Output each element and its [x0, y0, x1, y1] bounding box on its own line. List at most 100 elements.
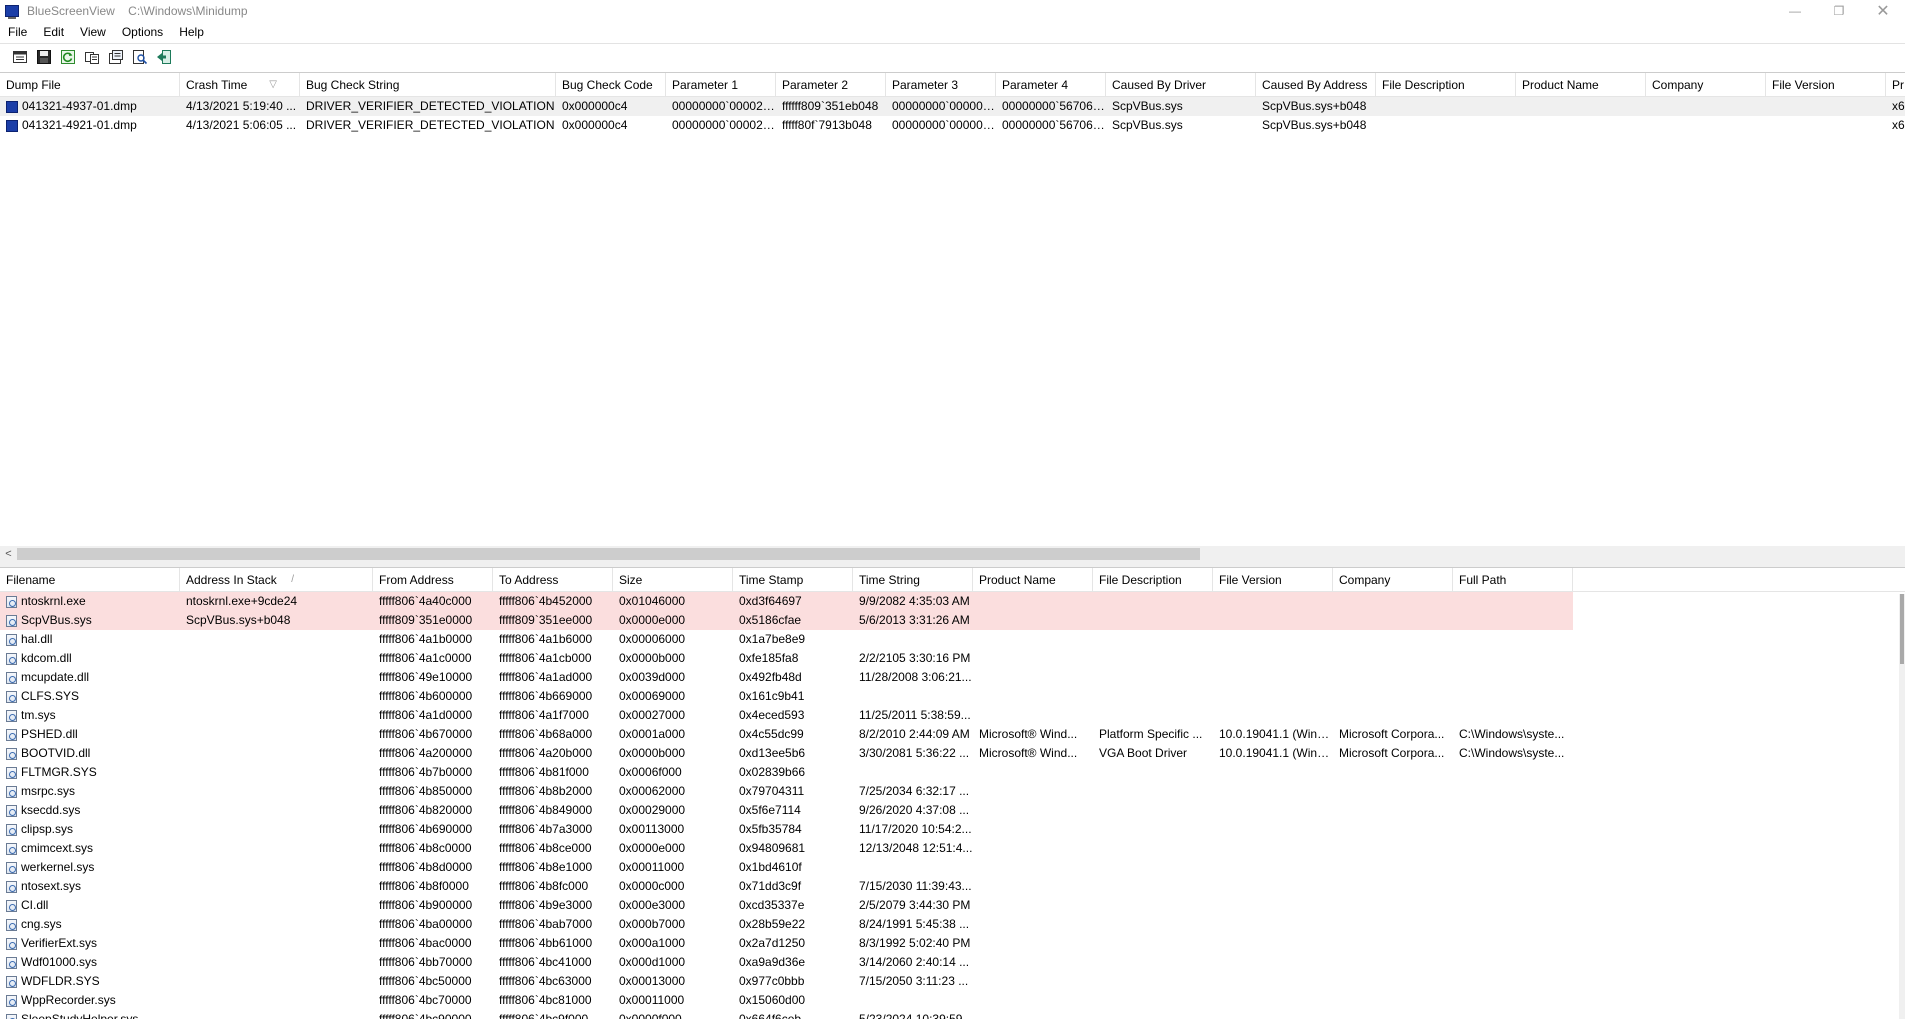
column-header-parameter-1[interactable]: Parameter 1 [666, 73, 776, 97]
module-row[interactable]: VerifierExt.sys fffff806`4bac0000 fffff806… [0, 934, 1905, 953]
column-header-file-description[interactable]: File Description [1093, 568, 1213, 592]
column-header-bug-check-code[interactable]: Bug Check Code [556, 73, 666, 97]
menu-help[interactable]: Help [171, 22, 212, 42]
module-row[interactable]: tm.sys fffff806`4a1d0000 fffff806`4a1f7000… [0, 706, 1905, 725]
column-header-caused-by-address[interactable]: Caused By Address [1256, 73, 1376, 97]
modules-list[interactable]: Filename Address In Stack / From Address … [0, 567, 1905, 1019]
column-header-time-stamp[interactable]: Time Stamp [733, 568, 853, 592]
find-icon[interactable] [130, 47, 150, 67]
column-header-address-in-stack[interactable]: Address In Stack / [180, 568, 373, 592]
module-row[interactable]: cmimcext.sys fffff806`4b8c0000 fffff806`4b… [0, 839, 1905, 858]
module-row[interactable]: ksecdd.sys fffff806`4b820000 fffff806`4b84… [0, 801, 1905, 820]
full-path-cell [1453, 839, 1573, 858]
module-row[interactable]: WppRecorder.sys fffff806`4bc70000 fffff806… [0, 991, 1905, 1010]
module-row[interactable]: ScpVBus.sys ScpVBus.sys+b048 fffff809`351e… [0, 611, 1905, 630]
time-stamp-cell: 0x1a7be8e9 [739, 632, 806, 646]
module-row[interactable]: clipsp.sys fffff806`4b690000 fffff806`4b7a… [0, 820, 1905, 839]
restore-button[interactable]: ❐ [1817, 0, 1861, 22]
module-row[interactable]: kdcom.dll fffff806`4a1c0000 fffff806`4a1cb… [0, 649, 1905, 668]
column-header-parameter-2[interactable]: Parameter 2 [776, 73, 886, 97]
dump-row[interactable]: 041321-4937-01.dmp 4/13/2021 5:19:40 ...… [0, 97, 1905, 116]
address-in-stack-cell [180, 687, 373, 706]
dump-files-list[interactable]: Dump File Crash Time ▽ Bug Check String B… [0, 72, 1905, 562]
horizontal-scroll-thumb[interactable] [17, 548, 1200, 560]
module-row[interactable]: SleepStudyHelper.sys fffff806`4bc90000 fff… [0, 1010, 1905, 1019]
column-header-product-name[interactable]: Product Name [973, 568, 1093, 592]
to-address-cell: fffff806`4b81f000 [499, 765, 589, 779]
column-header-crash-time[interactable]: Crash Time ▽ [180, 73, 300, 97]
full-path-cell [1453, 801, 1573, 820]
menu-edit[interactable]: Edit [35, 22, 72, 42]
module-row[interactable]: PSHED.dll fffff806`4b670000 fffff806`4b68a… [0, 725, 1905, 744]
properties-icon[interactable] [10, 47, 30, 67]
column-header-processor[interactable]: Pr [1886, 73, 1905, 97]
menu-view[interactable]: View [72, 22, 114, 42]
caused-by-address-cell: ScpVBus.sys+b048 [1262, 118, 1367, 132]
column-header-size[interactable]: Size [613, 568, 733, 592]
company-cell [1333, 801, 1453, 820]
refresh-icon[interactable] [58, 47, 78, 67]
save-icon[interactable] [34, 47, 54, 67]
module-row[interactable]: msrpc.sys fffff806`4b850000 fffff806`4b8b2… [0, 782, 1905, 801]
module-file-icon [6, 690, 17, 703]
column-header-filename[interactable]: Filename [0, 568, 180, 592]
column-header-to-address[interactable]: To Address [493, 568, 613, 592]
time-string-cell: 5/23/2024 10:39:59... [859, 1012, 973, 1019]
exit-icon[interactable] [154, 47, 174, 67]
column-header-time-string[interactable]: Time String [853, 568, 973, 592]
column-header-product-name[interactable]: Product Name [1516, 73, 1646, 97]
bug-check-string-cell: DRIVER_VERIFIER_DETECTED_VIOLATION [306, 118, 555, 132]
advanced-options-icon[interactable] [106, 47, 126, 67]
to-address-cell: fffff806`4a1cb000 [499, 651, 592, 665]
module-row[interactable]: FLTMGR.SYS fffff806`4b7b0000 fffff806`4b81… [0, 763, 1905, 782]
column-header-company[interactable]: Company [1333, 568, 1453, 592]
column-header-company[interactable]: Company [1646, 73, 1766, 97]
column-header-dump-file[interactable]: Dump File [0, 73, 180, 97]
caused-by-driver-cell: ScpVBus.sys [1112, 118, 1183, 132]
menu-file[interactable]: File [0, 22, 35, 42]
module-row[interactable]: mcupdate.dll fffff806`49e10000 fffff806`4a… [0, 668, 1905, 687]
column-header-from-address[interactable]: From Address [373, 568, 493, 592]
close-button[interactable]: ✕ [1861, 0, 1905, 22]
copy-icon[interactable] [82, 47, 102, 67]
dump-row[interactable]: 041321-4921-01.dmp 4/13/2021 5:06:05 ...… [0, 116, 1905, 135]
scroll-left-icon[interactable]: < [0, 546, 17, 562]
column-header-file-version[interactable]: File Version [1766, 73, 1886, 97]
time-stamp-cell: 0x492fb48d [739, 670, 802, 684]
to-address-cell: fffff806`4b8b2000 [499, 784, 593, 798]
company-cell [1646, 116, 1766, 135]
address-in-stack-cell: ScpVBus.sys+b048 [180, 611, 373, 630]
vertical-scrollbar[interactable] [1899, 594, 1905, 1019]
module-row[interactable]: cng.sys fffff806`4ba00000 fffff806`4bab700… [0, 915, 1905, 934]
module-row[interactable]: CLFS.SYS fffff806`4b600000 fffff806`4b6690… [0, 687, 1905, 706]
column-header-file-version[interactable]: File Version [1213, 568, 1333, 592]
minimize-button[interactable]: — [1773, 0, 1817, 22]
module-row[interactable]: WDFLDR.SYS fffff806`4bc50000 fffff806`4bc6… [0, 972, 1905, 991]
file-version-cell [1213, 763, 1333, 782]
time-string-cell [853, 763, 973, 782]
module-file-icon [6, 709, 17, 722]
column-header-full-path[interactable]: Full Path [1453, 568, 1573, 592]
column-header-parameter-4[interactable]: Parameter 4 [996, 73, 1106, 97]
from-address-cell: fffff806`4b820000 [379, 803, 473, 817]
module-file-name: CLFS.SYS [21, 689, 80, 703]
product-name-cell [973, 820, 1093, 839]
horizontal-scrollbar[interactable]: < [0, 546, 1905, 562]
module-row[interactable]: CI.dll fffff806`4b900000 fffff806`4b9e3000… [0, 896, 1905, 915]
column-header-file-description[interactable]: File Description [1376, 73, 1516, 97]
module-row[interactable]: Wdf01000.sys fffff806`4bb70000 fffff806`4b… [0, 953, 1905, 972]
vertical-scroll-thumb[interactable] [1900, 594, 1904, 664]
module-row[interactable]: hal.dll fffff806`4a1b0000 fffff806`4a1b600… [0, 630, 1905, 649]
module-row[interactable]: werkernel.sys fffff806`4b8d0000 fffff806`4… [0, 858, 1905, 877]
module-row[interactable]: BOOTVID.dll fffff806`4a200000 fffff806`4a2… [0, 744, 1905, 763]
column-header-caused-by-driver[interactable]: Caused By Driver [1106, 73, 1256, 97]
column-header-bug-check-string[interactable]: Bug Check String [300, 73, 556, 97]
file-version-cell [1213, 782, 1333, 801]
company-cell [1333, 706, 1453, 725]
module-row[interactable]: ntoskrnl.exe ntoskrnl.exe+9cde24 fffff806`… [0, 592, 1905, 611]
product-name-cell [973, 592, 1093, 611]
module-row[interactable]: ntosext.sys fffff806`4b8f0000 fffff806`4b8… [0, 877, 1905, 896]
menu-options[interactable]: Options [114, 22, 171, 42]
address-in-stack-cell: ntoskrnl.exe+9cde24 [180, 592, 373, 611]
column-header-parameter-3[interactable]: Parameter 3 [886, 73, 996, 97]
